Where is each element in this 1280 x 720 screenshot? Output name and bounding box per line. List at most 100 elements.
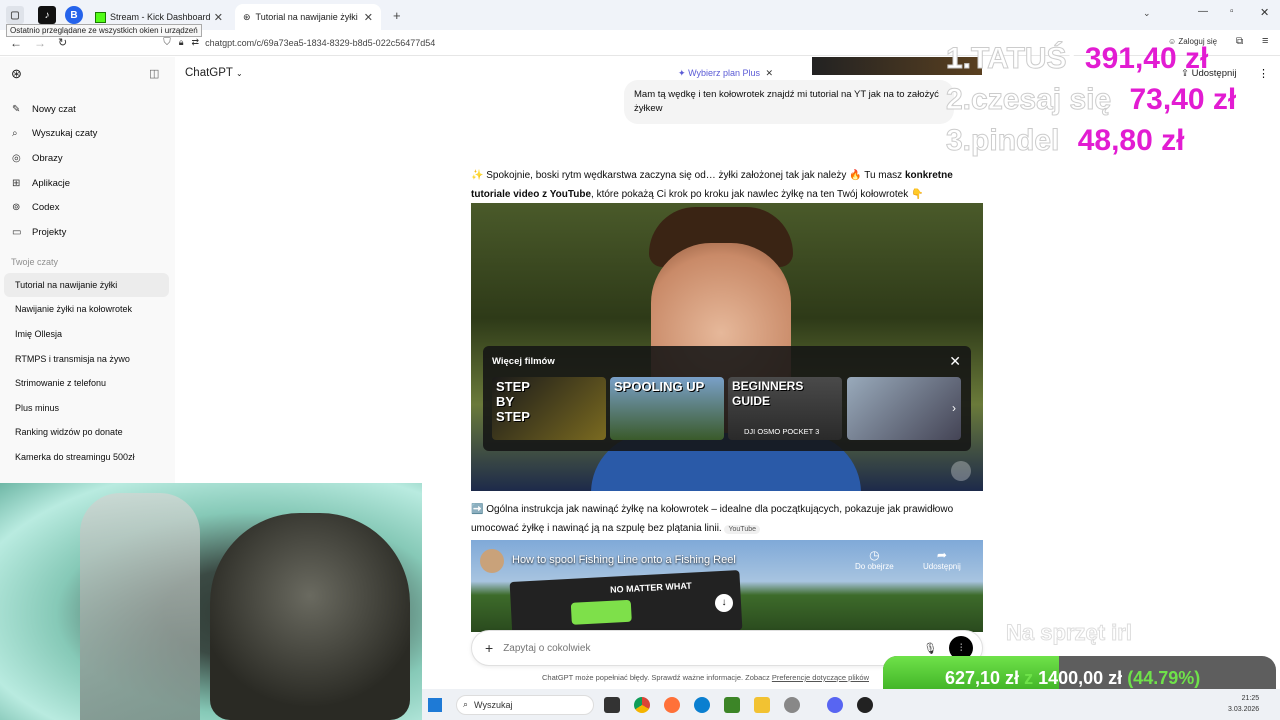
video-thumbnail[interactable] [847, 377, 961, 440]
channel-avatar[interactable] [480, 549, 504, 573]
chat-item[interactable]: Ranking widzów po donate [4, 420, 169, 445]
model-selector[interactable]: ChatGPT ⌄ [185, 67, 243, 79]
share-video-button[interactable]: ➦ Udostępnij [923, 548, 961, 571]
url-field[interactable]: chatgpt.com/c/69a73ea5-1834-8329-b8d5-02… [205, 38, 435, 48]
sidebar-item-projects[interactable]: ▭ Projekty [0, 220, 175, 245]
more-videos-panel: Więcej filmów ✕ STEP BY STEP SPOOLING UP… [483, 346, 971, 451]
sidebar: ⊛ ◫ ✎ Nowy czat ⌕ Wyszukaj czaty ◎ Obrazy ⊞… [0, 57, 175, 487]
minecraft-icon[interactable] [724, 696, 740, 713]
chat-item[interactable]: Strimowanie z telefonu [4, 371, 169, 396]
close-icon[interactable]: ✕ [364, 11, 373, 24]
app-icon[interactable]: B [65, 6, 83, 24]
video-thumbnail[interactable]: SPOOLING UP [610, 377, 724, 440]
search-icon: ⌕ [12, 128, 18, 140]
sidebar-item-codex[interactable]: ⊚ Codex [0, 195, 175, 220]
edge-icon[interactable] [694, 696, 710, 713]
chrome-icon[interactable] [634, 696, 650, 713]
close-icon[interactable]: ✕ [214, 11, 223, 24]
chat-item[interactable]: RTMPS i transmisja na żywo [4, 346, 169, 371]
tab-overview-tooltip: Ostatnio przeglądane ze wszystkich okien… [6, 24, 202, 37]
discord-icon[interactable] [827, 696, 843, 713]
sidebar-item-search[interactable]: ⌕ Wyszukaj czaty [0, 122, 175, 147]
video-thumbnail[interactable]: STEP BY STEP [492, 377, 606, 440]
shield-icon[interactable]: ⛉ [163, 37, 171, 48]
close-icon[interactable]: ✕ [766, 68, 774, 78]
sidebar-header: ⊛ ◫ [0, 57, 175, 97]
obs-icon[interactable] [857, 696, 873, 713]
more-options-icon[interactable]: ⋮ [1258, 67, 1269, 80]
menu-icon[interactable]: ≡ [1262, 35, 1268, 47]
extensions-icon[interactable]: ⧉ [1236, 36, 1243, 47]
watch-later-button[interactable]: ◷ Do obejrze [855, 548, 894, 571]
site-info-icon[interactable]: ⇄ [192, 37, 200, 48]
assistant-intro: ✨ Spokojnie, boski rytm wędkarstwa zaczy… [471, 170, 953, 200]
embedded-video-player[interactable]: Więcej filmów ✕ STEP BY STEP SPOOLING UP… [471, 203, 983, 491]
sidebar-item-images[interactable]: ◎ Obrazy [0, 146, 175, 171]
tab-label: Stream - Kick Dashboard [110, 12, 211, 22]
file-preferences-link[interactable]: Preferencje dotyczące plików [772, 673, 869, 682]
sparkle-icon: ✦ [678, 68, 686, 78]
chat-item[interactable]: Tutorial na nawijanie żyłki [4, 272, 169, 298]
apps-icon: ⊞ [12, 177, 21, 189]
message-input[interactable] [503, 642, 904, 654]
maximize-button[interactable]: ▫ [1230, 6, 1234, 17]
chat-item[interactable]: Imię Ollesja [4, 322, 169, 347]
lock-icon[interactable]: 🔒︎ [179, 37, 184, 48]
new-tab-button[interactable]: + [393, 8, 401, 23]
sidebar-toggle-icon[interactable]: ◫ [149, 67, 159, 80]
download-icon[interactable]: ↓ [715, 594, 733, 612]
firefox-icon[interactable] [664, 696, 680, 713]
chat-item[interactable]: Nawijanie żyłki na kołowrotek [4, 297, 169, 322]
ranking-entry-1: 1.TATUŚ: 391,40 zł [945, 42, 1209, 76]
minimize-button[interactable]: — [1198, 6, 1208, 17]
chat-item[interactable]: Kamerka do streamingu 500zł [4, 445, 169, 470]
upgrade-plus-button[interactable]: ✦ Wybierz plan Plus ✕ [678, 68, 773, 79]
webcam-chair [80, 493, 200, 720]
tiktok-icon[interactable]: ♪ [38, 6, 56, 24]
plus-icon[interactable]: + [485, 640, 493, 656]
embedded-video-player[interactable]: How to spool Fishing Line onto a Fishing… [471, 540, 983, 632]
microphone-icon[interactable]: 🎙︎ [923, 642, 937, 655]
settings-icon[interactable] [784, 696, 800, 713]
donation-goal-text: 627,10 zł z 1400,00 zł (44.79%) [945, 668, 1201, 688]
source-badge[interactable]: YouTube [724, 525, 760, 534]
kick-icon [95, 11, 106, 23]
folder-icon: ▭ [12, 226, 22, 238]
disclaimer: ChatGPT może popełniać błędy. Sprawdź wa… [542, 673, 869, 682]
task-view-icon[interactable] [604, 696, 620, 713]
tab-chatgpt[interactable]: ⊛ Tutorial na nawijanie żyłki ✕ [235, 4, 381, 30]
forward-icon[interactable]: → [34, 36, 46, 50]
back-icon[interactable]: ← [10, 36, 22, 50]
product-logo [570, 599, 632, 625]
start-button[interactable] [428, 697, 442, 712]
tab-list-icon[interactable]: ⌄ [1143, 8, 1151, 19]
chat-item[interactable]: Plus minus [4, 396, 169, 421]
codex-icon: ⊚ [12, 202, 21, 214]
donation-goal-title: Na sprzęt irl [1006, 620, 1133, 646]
product-box: NO MATTER WHAT [509, 570, 743, 632]
image-icon: ◎ [12, 152, 21, 164]
user-message: Mam tą wędkę i ten kołowrotek znajdź mi … [624, 80, 954, 124]
file-explorer-icon[interactable] [754, 696, 770, 713]
ranking-entry-2: 2.czesaj się: 73,40 zł [945, 83, 1237, 117]
openai-logo-icon[interactable]: ⊛ [11, 66, 22, 82]
close-window-button[interactable]: ✕ [1260, 6, 1269, 19]
reload-icon[interactable]: ↻ [58, 36, 67, 49]
share-icon: ➦ [936, 548, 947, 562]
windows-taskbar: ⌕ Wyszukaj 21:25 3.03.2026 [422, 689, 1280, 720]
taskbar-search[interactable]: ⌕ Wyszukaj [456, 694, 594, 715]
youtube-logo-icon [951, 461, 971, 481]
search-icon: ⌕ [463, 699, 469, 709]
product-banner: NO MATTER WHAT [609, 580, 692, 595]
clock-icon: ◷ [869, 548, 880, 562]
sidebar-item-apps[interactable]: ⊞ Aplikacje [0, 171, 175, 196]
close-icon[interactable]: ✕ [949, 353, 961, 370]
tab-overview-icon[interactable]: ▢ [6, 6, 24, 24]
video-thumbnail[interactable]: BEGINNERS GUIDE DJI OSMO POCKET 3 [728, 377, 842, 440]
video-description: ➡️ Ogólna instrukcja jak nawinąć żyłkę n… [471, 504, 954, 534]
video-title[interactable]: How to spool Fishing Line onto a Fishing… [512, 554, 736, 566]
clock[interactable]: 21:25 3.03.2026 [1228, 693, 1259, 715]
chevron-right-icon[interactable]: › [952, 401, 956, 415]
sidebar-item-new-chat[interactable]: ✎ Nowy czat [0, 97, 175, 122]
more-videos-title: Więcej filmów [492, 356, 555, 367]
